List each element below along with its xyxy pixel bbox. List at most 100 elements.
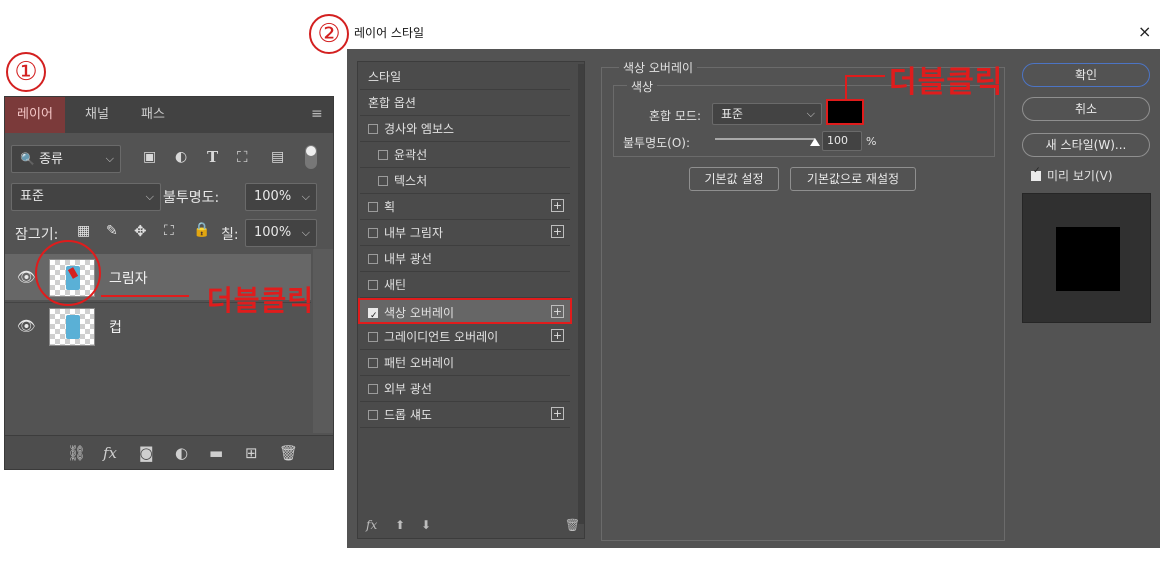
type-filter-icon[interactable]: T [207, 148, 218, 166]
checkbox-icon[interactable] [378, 176, 388, 186]
add-effect-icon[interactable]: + [551, 329, 564, 342]
adjustment-icon[interactable]: ◐ [175, 444, 188, 462]
add-effect-icon[interactable]: + [551, 407, 564, 420]
layers-scrollbar[interactable] [313, 249, 333, 433]
style-list-item[interactable]: 경사와 엠보스 [360, 116, 570, 142]
style-list-item[interactable]: 내부 광선 [360, 246, 570, 272]
style-list-item-label: 그레이디언트 오버레이 [384, 330, 499, 344]
style-list-item[interactable]: 스타일 [360, 64, 570, 90]
fx-icon[interactable]: fx [366, 518, 377, 532]
layers-panel-tabs: 레이어 채널 패스 ≡ [5, 97, 333, 133]
style-list-item[interactable]: 패턴 오버레이 [360, 350, 570, 376]
chevron-down-icon: ⌵ [145, 190, 154, 203]
lock-pixels-icon[interactable]: ▦ [77, 223, 90, 239]
lock-icon[interactable]: 🔒 [193, 222, 210, 238]
eye-icon[interactable]: 👁 [17, 317, 36, 335]
checkbox-icon[interactable] [368, 358, 378, 368]
blend-mode-select[interactable]: 표준 ⌵ [11, 183, 161, 211]
style-list-item[interactable]: 혼합 옵션 [360, 90, 570, 116]
smart-object-filter-icon[interactable]: ▤ [271, 149, 284, 165]
opacity-field[interactable]: 100% ⌵ [245, 183, 317, 211]
checkbox-icon[interactable] [368, 202, 378, 212]
opacity-input[interactable]: 100 [822, 131, 862, 151]
fx-icon[interactable]: fx [103, 444, 117, 462]
style-preview [1022, 193, 1151, 323]
filter-toggle[interactable] [305, 145, 317, 169]
make-default-button[interactable]: 기본값 설정 [689, 167, 779, 191]
checkbox-icon[interactable] [368, 254, 378, 264]
add-effect-icon[interactable]: + [551, 305, 564, 318]
adjustment-filter-icon[interactable]: ◐ [175, 149, 187, 165]
tab-layers[interactable]: 레이어 [5, 97, 65, 133]
overlay-blend-mode-select[interactable]: 표준 ⌵ [712, 103, 822, 125]
style-list-item[interactable]: 윤곽선 [360, 142, 570, 168]
style-list-item-label: 텍스처 [394, 174, 428, 188]
checkbox-icon[interactable] [378, 150, 388, 160]
move-up-icon[interactable]: ⬆ [395, 518, 405, 532]
new-layer-icon[interactable]: ⊞ [245, 444, 258, 462]
style-list-item-label: 획 [384, 200, 396, 214]
checkbox-icon[interactable] [368, 332, 378, 342]
opacity-slider-thumb[interactable] [810, 138, 820, 146]
checkbox-icon[interactable] [368, 228, 378, 238]
style-list-item-label: 윤곽선 [394, 148, 428, 162]
trash-icon[interactable]: 🗑 [565, 518, 580, 532]
image-filter-icon[interactable]: ▣ [143, 149, 156, 165]
subsection-title: 색상 [627, 78, 658, 95]
style-list-item[interactable]: 새틴 [360, 272, 570, 298]
cancel-button[interactable]: 취소 [1022, 97, 1150, 121]
style-list-item-label: 드롭 섀도 [384, 408, 432, 422]
link-icon[interactable]: ⛓ [67, 444, 86, 462]
shape-filter-icon[interactable]: ⛶ [237, 148, 248, 166]
checkbox-icon[interactable] [368, 280, 378, 290]
add-effect-icon[interactable]: + [551, 199, 564, 212]
chevron-down-icon: ⌵ [301, 190, 310, 203]
panel-menu-icon[interactable]: ≡ [311, 107, 325, 121]
add-effect-icon[interactable]: + [551, 225, 564, 238]
style-list-item[interactable]: 색상 오버레이 + [358, 298, 572, 329]
ok-button[interactable]: 확인 [1022, 63, 1150, 87]
trash-icon[interactable]: 🗑 [279, 444, 298, 462]
close-icon[interactable]: × [1138, 22, 1151, 41]
style-list-item[interactable]: 텍스처 [360, 168, 570, 194]
checkbox-checked-icon[interactable] [1031, 166, 1041, 181]
blend-mode-value: 표준 [20, 189, 44, 204]
style-list-item[interactable]: 드롭 섀도 + [360, 402, 570, 428]
new-style-button[interactable]: 새 스타일(W)... [1022, 133, 1150, 157]
style-list-item[interactable]: 그레이디언트 오버레이 + [360, 324, 570, 350]
step-2-marker: ② [309, 14, 349, 54]
checkbox-checked-icon[interactable] [368, 303, 378, 329]
artboard-icon[interactable]: ⛶ [164, 223, 174, 239]
style-list-item-label: 새틴 [384, 278, 407, 292]
eye-icon[interactable]: 👁 [17, 268, 36, 286]
tab-channels[interactable]: 채널 [69, 97, 125, 133]
style-list-scrollbar[interactable] [578, 64, 584, 524]
style-list-item[interactable]: 획 + [360, 194, 570, 220]
layer-style-dialog: 스타일혼합 옵션경사와 엠보스윤곽선텍스처획+내부 그림자+내부 광선새틴색상 … [347, 49, 1160, 548]
checkbox-icon[interactable] [368, 384, 378, 394]
folder-icon[interactable]: ▬ [209, 444, 223, 462]
fill-field[interactable]: 100% ⌵ [245, 219, 317, 247]
style-list-item[interactable]: 외부 광선 [360, 376, 570, 402]
chevron-down-icon: ⌵ [105, 152, 114, 165]
layer-name: 컵 [109, 320, 122, 336]
overlay-color-fill [833, 106, 859, 120]
reset-default-button[interactable]: 기본값으로 재설정 [790, 167, 916, 191]
style-list-footer: fx ⬆ ⬇ 🗑 [366, 518, 580, 532]
checkbox-icon[interactable] [368, 410, 378, 420]
preview-checkbox[interactable]: 미리 보기(V) [1031, 166, 1113, 184]
chevron-down-icon: ⌵ [806, 107, 815, 120]
lock-label: 잠그기: [15, 227, 59, 243]
mask-icon[interactable]: ◙ [139, 444, 154, 462]
filter-kind-select[interactable]: 🔍 종류 ⌵ [11, 145, 121, 173]
opacity-slider-track[interactable] [715, 138, 815, 140]
move-down-icon[interactable]: ⬇ [421, 518, 431, 532]
tab-paths[interactable]: 패스 [129, 97, 177, 133]
checkbox-icon[interactable] [368, 124, 378, 134]
move-icon[interactable]: ✥ [134, 222, 147, 240]
brush-icon[interactable]: ✎ [106, 223, 118, 239]
style-list-item-label: 내부 광선 [384, 252, 432, 266]
layers-panel: 레이어 채널 패스 ≡ 🔍 종류 ⌵ ▣ ◐ T ⛶ ▤ 표준 ⌵ 불투명도: … [4, 96, 334, 470]
style-list-item[interactable]: 내부 그림자 + [360, 220, 570, 246]
search-icon: 🔍 [20, 152, 35, 166]
